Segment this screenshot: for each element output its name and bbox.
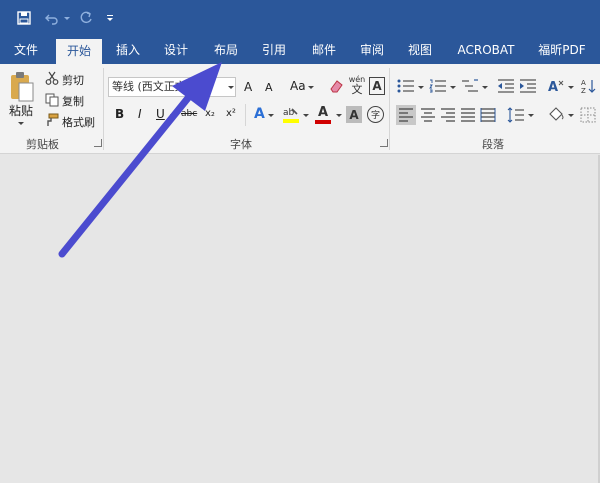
annotation-arrow [58, 62, 222, 258]
